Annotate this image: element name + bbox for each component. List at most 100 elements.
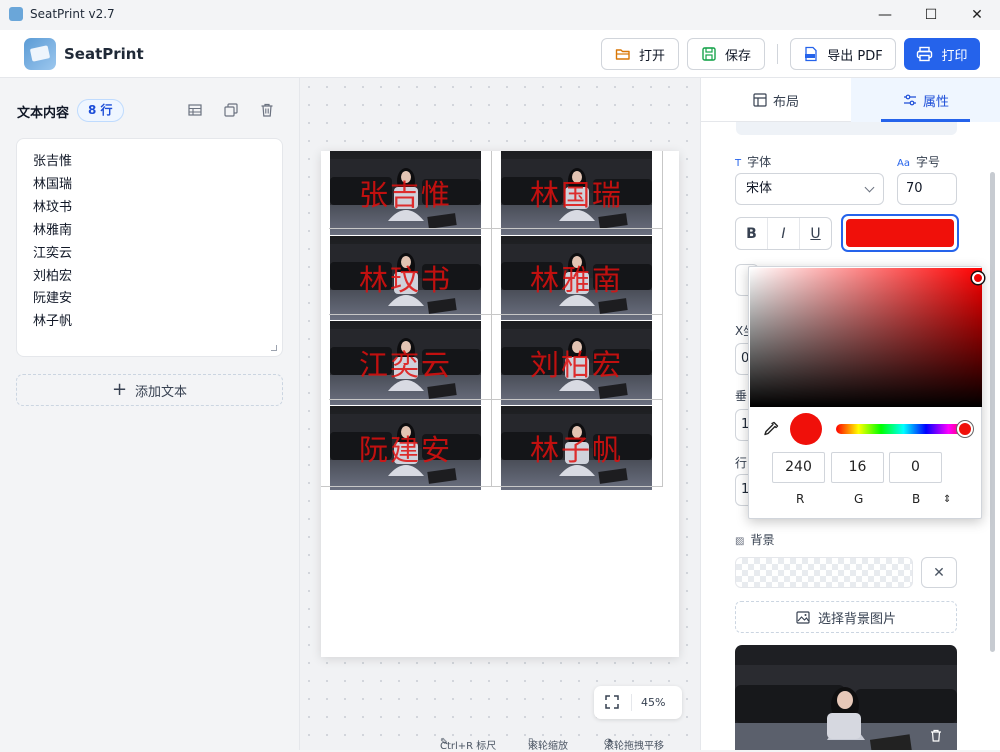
save-button[interactable]: 保存 xyxy=(687,38,765,70)
add-text-label: 添加文本 xyxy=(135,384,188,400)
bold-button[interactable]: B xyxy=(736,218,768,249)
italic-button[interactable]: I xyxy=(768,218,800,249)
properties-scrollbar[interactable] xyxy=(990,172,995,652)
save-icon xyxy=(702,47,716,61)
hue-slider[interactable] xyxy=(836,424,971,434)
text-line: 刘柏宏 xyxy=(33,268,73,284)
maximize-icon: ☐ xyxy=(924,7,938,23)
seat-label-cell[interactable]: 张吉惟 xyxy=(330,151,481,235)
zoom-divider xyxy=(631,694,632,711)
canvas-area[interactable]: 张吉惟 林国瑞林玟书 林雅南江奕云 刘柏宏阮建安 林子帆 45% xyxy=(300,78,700,750)
print-page[interactable]: 张吉惟 林国瑞林玟书 林雅南江奕云 刘柏宏阮建安 林子帆 xyxy=(321,151,679,657)
seat-label-cell[interactable]: 林玟书 xyxy=(330,236,481,320)
color-mode-toggle[interactable]: ⇕ xyxy=(943,494,951,505)
fit-screen-icon[interactable] xyxy=(604,694,620,710)
resize-handle[interactable] xyxy=(271,345,277,351)
panel-tabs: 布局 属性 xyxy=(701,78,1000,122)
export-pdf-button[interactable]: 导出 PDF xyxy=(790,38,896,70)
cut-line xyxy=(329,399,662,400)
font-select[interactable]: 宋体 xyxy=(735,173,884,205)
tab-properties-label: 属性 xyxy=(922,94,949,110)
seat-label-cell[interactable]: 阮建安 xyxy=(330,406,481,490)
text-line: 林雅南 xyxy=(33,222,73,238)
window-title: SeatPrint v2.7 xyxy=(30,7,115,21)
add-text-button[interactable]: + 添加文本 xyxy=(16,374,283,406)
seat-label-cell[interactable]: 刘柏宏 xyxy=(501,321,652,405)
image-icon xyxy=(796,610,810,624)
plus-icon: + xyxy=(111,379,128,400)
background-image-preview xyxy=(735,645,957,750)
font-size-input[interactable]: 70 xyxy=(897,173,957,205)
choose-background-label: 选择背景图片 xyxy=(817,611,896,627)
text-color-fill xyxy=(846,219,954,247)
text-line: 江奕云 xyxy=(33,245,73,261)
app-icon xyxy=(9,7,23,21)
background-preview-strip[interactable] xyxy=(735,557,913,588)
text-color-swatch[interactable] xyxy=(841,214,959,252)
copy-icon[interactable] xyxy=(221,100,241,120)
save-label: 保存 xyxy=(724,48,751,64)
seat-name-text: 阮建安 xyxy=(358,433,452,467)
text-line: 林子帆 xyxy=(33,314,73,330)
green-input[interactable]: 16 xyxy=(831,452,884,483)
clear-background-button[interactable]: ✕ xyxy=(921,557,957,588)
delete-background-icon[interactable] xyxy=(926,725,946,745)
color-picker-popover: 240 16 0 R G B ⇕ xyxy=(748,266,984,519)
minimize-button[interactable]: — xyxy=(862,0,908,30)
sliders-icon xyxy=(903,94,916,106)
saturation-knob[interactable] xyxy=(972,272,984,284)
eyedropper-icon[interactable] xyxy=(761,419,781,439)
close-button[interactable]: ✕ xyxy=(954,0,1000,30)
printer-icon xyxy=(917,46,933,62)
print-label: 打印 xyxy=(941,48,968,64)
header-divider xyxy=(777,44,778,64)
trash-icon[interactable] xyxy=(257,100,277,120)
text-panel: 文本内容 8 行 张吉惟 林国瑞 林玟书 林雅南 江奕云 刘柏宏 阮建安 林子帆… xyxy=(0,78,300,750)
zoom-control: 45% xyxy=(594,686,682,719)
text-content-editor[interactable]: 张吉惟 林国瑞 林玟书 林雅南 江奕云 刘柏宏 阮建安 林子帆 xyxy=(16,138,283,357)
app-logo xyxy=(24,38,56,70)
cut-line xyxy=(491,151,492,486)
seat-name-text: 林国瑞 xyxy=(529,178,623,212)
print-button[interactable]: 打印 xyxy=(904,38,980,70)
seat-label-cell[interactable]: 林子帆 xyxy=(501,406,652,490)
font-size-icon: Aa xyxy=(897,158,910,169)
underline-button[interactable]: U xyxy=(800,218,831,249)
chevron-down-icon xyxy=(864,182,875,193)
tab-layout[interactable]: 布局 xyxy=(701,78,851,122)
cut-line xyxy=(329,228,662,229)
image-icon: ▨ xyxy=(735,536,745,547)
tab-properties[interactable]: 属性 xyxy=(851,78,1000,122)
font-label: T 字体 xyxy=(735,155,772,169)
open-button[interactable]: 打开 xyxy=(601,38,679,70)
status-bar: ✎ Ctrl+R 标尺 ▯ 滚轮缩放 ◔ 滚轮拖拽平移 xyxy=(300,733,700,752)
red-input[interactable]: 240 xyxy=(772,452,825,483)
maximize-button[interactable]: ☐ xyxy=(908,0,954,30)
seat-label-cell[interactable]: 林雅南 xyxy=(501,236,652,320)
title-bar: SeatPrint v2.7 — ☐ ✕ xyxy=(0,0,1000,30)
blue-label: B xyxy=(912,492,921,506)
text-format-group: B I U xyxy=(735,217,832,250)
zoom-level[interactable]: 45% xyxy=(641,696,665,709)
text-line: 林玟书 xyxy=(33,199,73,215)
seat-label-cell[interactable]: 林国瑞 xyxy=(501,151,652,235)
saturation-value-area[interactable] xyxy=(750,268,982,407)
seat-name-text: 刘柏宏 xyxy=(529,348,623,382)
text-panel-title: 文本内容 xyxy=(17,106,70,121)
vertical-label: 垂 xyxy=(735,389,748,403)
seat-label-cell[interactable]: 江奕云 xyxy=(330,321,481,405)
text-type-icon: T xyxy=(735,158,742,169)
cut-line xyxy=(329,314,662,315)
choose-background-button[interactable]: 选择背景图片 xyxy=(735,601,957,633)
app-header: SeatPrint 打开 保存 导出 PDF 打印 xyxy=(0,30,1000,78)
preview-photo xyxy=(735,645,957,750)
table-icon[interactable] xyxy=(185,100,205,120)
text-line: 张吉惟 xyxy=(33,154,73,169)
hue-slider-thumb[interactable] xyxy=(957,421,973,437)
red-label: R xyxy=(796,492,805,506)
seat-name-text: 张吉惟 xyxy=(358,178,452,212)
text-line: 阮建安 xyxy=(33,291,73,307)
seat-name-text: 林雅南 xyxy=(529,263,623,297)
blue-input[interactable]: 0 xyxy=(889,452,942,483)
minimize-icon: — xyxy=(878,7,892,23)
